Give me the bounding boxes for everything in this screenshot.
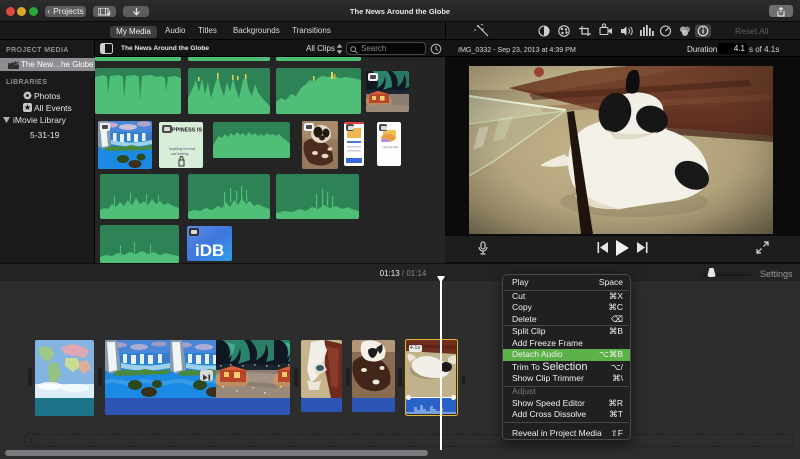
svg-text:PPINESS IS: PPINESS IS (172, 128, 202, 134)
svg-text:forgetting the work: forgetting the work (169, 147, 196, 151)
svg-text:morning clips: morning clips (383, 145, 399, 149)
svg-text:Reset All: Reset All (735, 26, 769, 36)
svg-text:and drinking: and drinking (171, 152, 189, 156)
svg-text:iDB: iDB (195, 241, 224, 260)
